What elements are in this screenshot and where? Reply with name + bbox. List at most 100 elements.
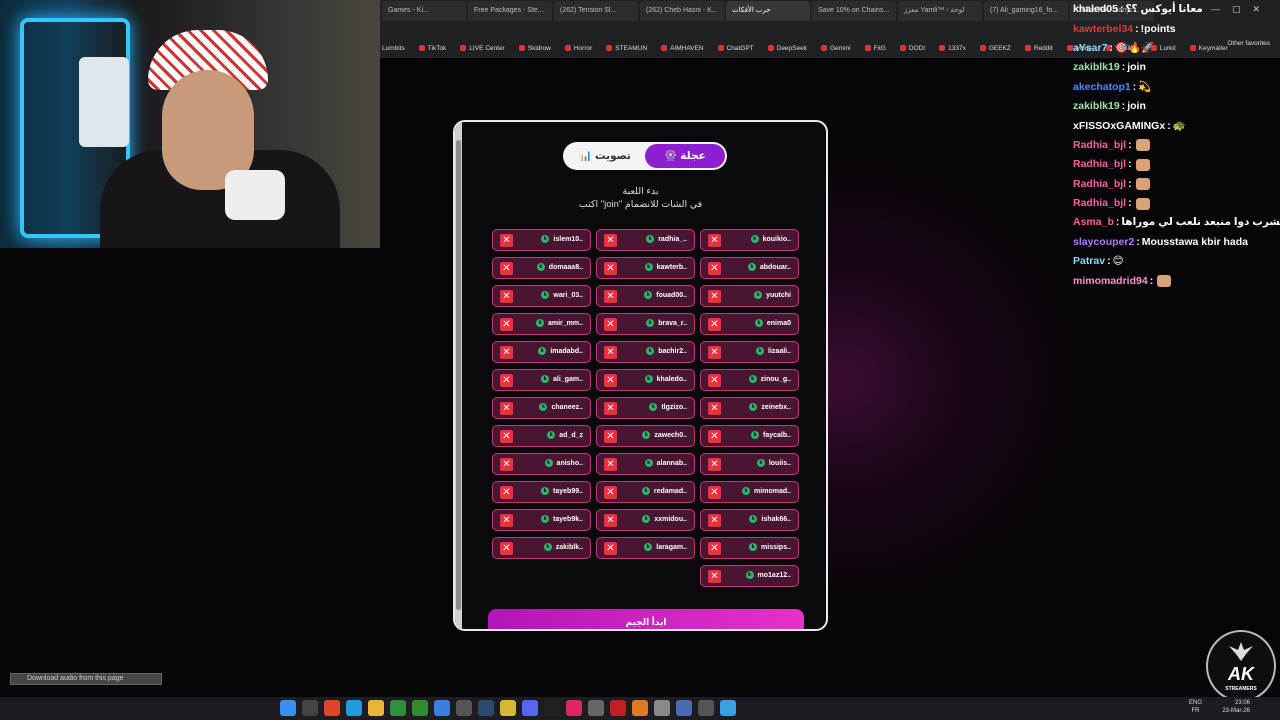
remove-player-icon[interactable]: ✕ (500, 458, 513, 471)
remove-player-icon[interactable]: ✕ (500, 514, 513, 527)
remove-player-icon[interactable]: ✕ (604, 430, 617, 443)
chat-username[interactable]: mimomadrid94 (1073, 272, 1148, 291)
app-icon[interactable] (544, 700, 560, 716)
remove-player-icon[interactable]: ✕ (604, 290, 617, 303)
remove-player-icon[interactable]: ✕ (708, 458, 721, 471)
remove-player-icon[interactable]: ✕ (708, 262, 721, 275)
chat-username[interactable]: akechatop1 (1073, 78, 1131, 97)
browser-tab[interactable]: Save 10% on Chains... (812, 1, 896, 21)
remove-player-icon[interactable]: ✕ (500, 542, 513, 555)
remove-player-icon[interactable]: ✕ (500, 346, 513, 359)
bookmark[interactable]: Reddit (1024, 40, 1053, 56)
app-icon[interactable] (632, 700, 648, 716)
remove-player-icon[interactable]: ✕ (708, 374, 721, 387)
search-icon[interactable] (302, 700, 318, 716)
remove-player-icon[interactable]: ✕ (500, 234, 513, 247)
steam-icon[interactable] (478, 700, 494, 716)
browser-tab[interactable]: معزز Yamli™ - لوحة (898, 1, 982, 21)
browser-tab[interactable]: Free Packages - Ste... (468, 1, 552, 21)
language-indicator[interactable]: ENG FR (1189, 699, 1202, 715)
remove-player-icon[interactable]: ✕ (708, 542, 721, 555)
remove-player-icon[interactable]: ✕ (708, 486, 721, 499)
bookmark[interactable]: STEAMUN (606, 40, 647, 56)
remove-player-icon[interactable]: ✕ (604, 458, 617, 471)
bookmark[interactable]: 1337x (939, 40, 966, 56)
remove-player-icon[interactable]: ✕ (604, 486, 617, 499)
remove-player-icon[interactable]: ✕ (708, 570, 721, 583)
bookmark[interactable]: Horror (564, 40, 592, 56)
bookmark[interactable]: GEEKZ (979, 40, 1011, 56)
browser-tab-active[interactable]: حرب الأفكات (726, 1, 810, 21)
chat-username[interactable]: Asma_b (1073, 213, 1114, 232)
chat-username[interactable]: Radhia_bjl (1073, 136, 1126, 155)
remove-player-icon[interactable]: ✕ (500, 402, 513, 415)
chat-username[interactable]: khaled05 (1073, 0, 1118, 19)
edge-icon[interactable] (346, 700, 362, 716)
remove-player-icon[interactable]: ✕ (604, 262, 617, 275)
remove-player-icon[interactable]: ✕ (500, 290, 513, 303)
remove-player-icon[interactable]: ✕ (708, 290, 721, 303)
chat-username[interactable]: Radhia_bjl (1073, 175, 1126, 194)
clock[interactable]: 23:06 23-Mar-26 (1222, 699, 1250, 715)
chat-username[interactable]: Radhia_bjl (1073, 194, 1126, 213)
remove-player-icon[interactable]: ✕ (604, 514, 617, 527)
start-icon[interactable] (280, 700, 296, 716)
start-game-button[interactable]: ابدأ الجيم (488, 609, 804, 629)
remove-player-icon[interactable]: ✕ (604, 542, 617, 555)
download-audio-tag[interactable]: Download audio from this page (10, 673, 162, 685)
app-icon[interactable] (610, 700, 626, 716)
chat-username[interactable]: zakiblk19 (1073, 97, 1120, 116)
bookmark[interactable]: DeepSeek (767, 40, 807, 56)
folder-icon[interactable] (368, 700, 384, 716)
bookmark[interactable]: Lumbits (382, 40, 405, 56)
remove-player-icon[interactable]: ✕ (708, 430, 721, 443)
xbox-icon[interactable] (412, 700, 428, 716)
bookmark[interactable]: LIVE Center (460, 40, 505, 56)
mode-vote-button[interactable]: 📊 تصويت (567, 144, 643, 168)
chat-username[interactable]: Radhia_bjl (1073, 155, 1126, 174)
remove-player-icon[interactable]: ✕ (708, 318, 721, 331)
tiktok-icon[interactable] (566, 700, 582, 716)
bookmark[interactable]: Gemini (820, 40, 851, 56)
app-icon[interactable] (588, 700, 604, 716)
remove-player-icon[interactable]: ✕ (500, 430, 513, 443)
app-icon[interactable] (500, 700, 516, 716)
bookmark[interactable]: ChatGPT (717, 40, 754, 56)
browser-tab[interactable]: (262) Cheb Hasni - K... (640, 1, 724, 21)
scroll-thumb[interactable] (456, 140, 461, 610)
remove-player-icon[interactable]: ✕ (500, 262, 513, 275)
app-icon[interactable] (456, 700, 472, 716)
remove-player-icon[interactable]: ✕ (604, 402, 617, 415)
remove-player-icon[interactable]: ✕ (708, 234, 721, 247)
chat-username[interactable]: kawterbel34 (1073, 20, 1133, 39)
brave-icon[interactable] (324, 700, 340, 716)
remove-player-icon[interactable]: ✕ (708, 514, 721, 527)
bookmark[interactable]: DODI (899, 40, 925, 56)
remove-player-icon[interactable]: ✕ (604, 374, 617, 387)
mode-wheel-button[interactable]: 🎡 عجلة (645, 144, 725, 168)
bookmark[interactable]: TikTok (418, 40, 446, 56)
chat-username[interactable]: aYsar7 (1073, 39, 1107, 58)
chat-username[interactable]: Patrav (1073, 252, 1105, 271)
app-icon[interactable] (676, 700, 692, 716)
app-icon[interactable] (720, 700, 736, 716)
chat-username[interactable]: xFISSOxGAMINGx (1073, 117, 1165, 136)
browser-tab[interactable]: (7) Ali_gaming16_fo... (984, 1, 1068, 21)
discord-icon[interactable] (522, 700, 538, 716)
remove-player-icon[interactable]: ✕ (604, 318, 617, 331)
chat-username[interactable]: slaycouper2 (1073, 233, 1134, 252)
remove-player-icon[interactable]: ✕ (708, 402, 721, 415)
app-icon[interactable] (390, 700, 406, 716)
chrome-icon[interactable] (434, 700, 450, 716)
bookmark[interactable]: AIMHAVEN (661, 40, 704, 56)
remove-player-icon[interactable]: ✕ (604, 234, 617, 247)
remove-player-icon[interactable]: ✕ (708, 346, 721, 359)
browser-tab[interactable]: Games - Ki... (382, 1, 466, 21)
app-icon[interactable] (654, 700, 670, 716)
remove-player-icon[interactable]: ✕ (500, 318, 513, 331)
remove-player-icon[interactable]: ✕ (500, 374, 513, 387)
app-icon[interactable] (698, 700, 714, 716)
bookmark[interactable]: Skidrow (518, 40, 551, 56)
remove-player-icon[interactable]: ✕ (604, 346, 617, 359)
browser-tab[interactable]: (262) Tension Sl... (554, 1, 638, 21)
